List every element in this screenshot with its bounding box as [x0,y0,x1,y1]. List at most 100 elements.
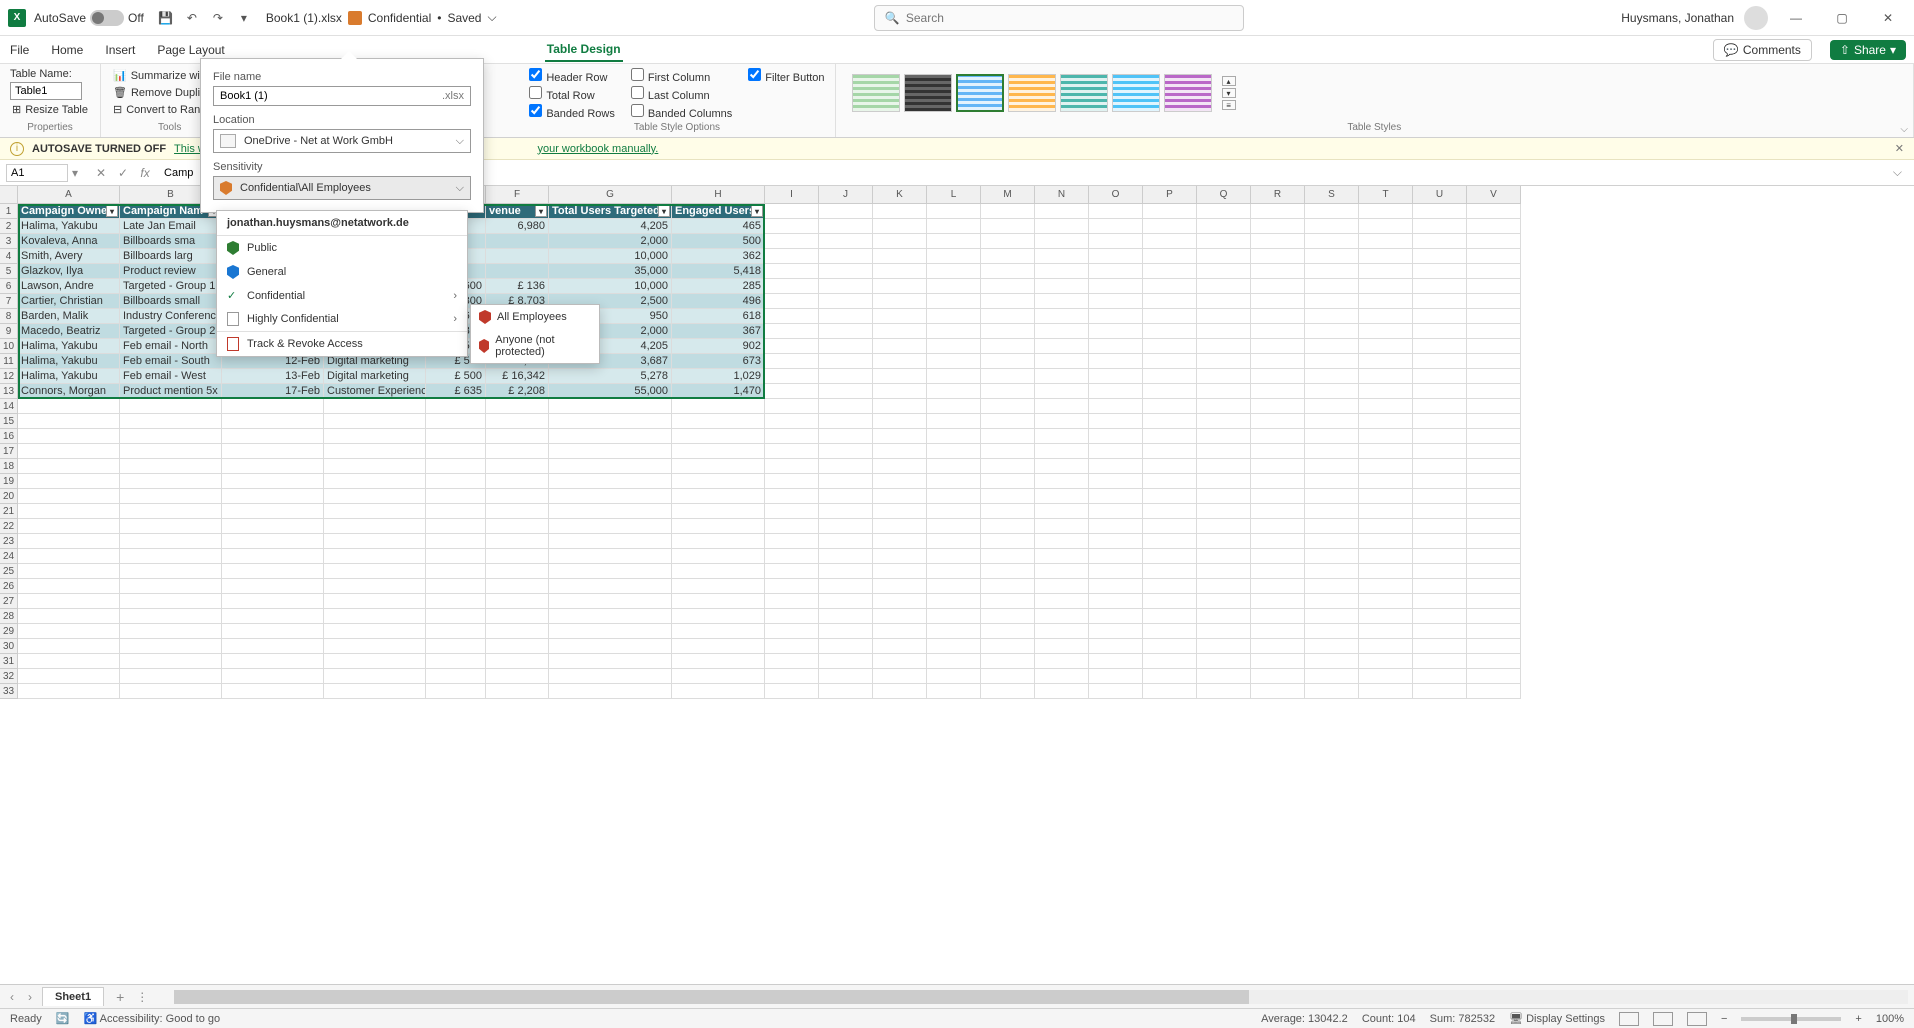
empty-cell[interactable] [819,339,873,354]
empty-cell[interactable] [1035,204,1089,219]
empty-cell[interactable] [873,414,927,429]
empty-cell[interactable] [222,609,324,624]
col-header-G[interactable]: G [549,186,672,204]
empty-cell[interactable] [222,489,324,504]
empty-cell[interactable] [927,459,981,474]
empty-cell[interactable] [819,384,873,399]
empty-cell[interactable] [120,594,222,609]
empty-cell[interactable] [486,459,549,474]
empty-cell[interactable] [672,669,765,684]
row-header-29[interactable]: 29 [0,624,18,639]
data-cell[interactable]: 4,205 [549,219,672,234]
empty-cell[interactable] [672,474,765,489]
accept-formula-icon[interactable]: ✓ [114,164,132,182]
empty-cell[interactable] [486,519,549,534]
data-cell[interactable]: 13-Feb [222,369,324,384]
empty-cell[interactable] [927,384,981,399]
empty-cell[interactable] [1359,474,1413,489]
empty-cell[interactable] [927,504,981,519]
last-column-checkbox[interactable]: Last Column [631,86,732,102]
empty-cell[interactable] [549,504,672,519]
empty-cell[interactable] [1035,369,1089,384]
empty-cell[interactable] [927,564,981,579]
empty-cell[interactable] [1467,594,1521,609]
empty-cell[interactable] [1467,354,1521,369]
empty-cell[interactable] [1035,639,1089,654]
data-cell[interactable]: Product mention 5x [120,384,222,399]
empty-cell[interactable] [981,339,1035,354]
empty-cell[interactable] [1089,264,1143,279]
empty-cell[interactable] [981,489,1035,504]
empty-cell[interactable] [873,309,927,324]
row-header-26[interactable]: 26 [0,579,18,594]
empty-cell[interactable] [1143,429,1197,444]
empty-cell[interactable] [426,564,486,579]
empty-cell[interactable] [1035,264,1089,279]
empty-cell[interactable] [765,474,819,489]
empty-cell[interactable] [426,579,486,594]
empty-cell[interactable] [18,444,120,459]
empty-cell[interactable] [1143,264,1197,279]
resize-table-button[interactable]: ⊞Resize Table [10,102,90,117]
empty-cell[interactable] [1251,534,1305,549]
empty-cell[interactable] [1467,294,1521,309]
empty-cell[interactable] [324,669,426,684]
data-cell[interactable]: Lawson, Andre [18,279,120,294]
data-cell[interactable]: Cartier, Christian [18,294,120,309]
empty-cell[interactable] [927,624,981,639]
empty-cell[interactable] [1413,534,1467,549]
empty-cell[interactable] [1305,339,1359,354]
cancel-formula-icon[interactable]: ✕ [92,164,110,182]
empty-cell[interactable] [120,444,222,459]
empty-cell[interactable] [1467,249,1521,264]
empty-cell[interactable] [120,429,222,444]
empty-cell[interactable] [18,669,120,684]
data-cell[interactable]: 35,000 [549,264,672,279]
empty-cell[interactable] [927,309,981,324]
empty-cell[interactable] [222,399,324,414]
data-cell[interactable]: 902 [672,339,765,354]
empty-cell[interactable] [486,639,549,654]
data-cell[interactable]: Product review [120,264,222,279]
sensitivity-opt-public[interactable]: Public [217,236,467,260]
empty-cell[interactable] [486,564,549,579]
empty-cell[interactable] [1089,474,1143,489]
data-cell[interactable]: 285 [672,279,765,294]
row-header-24[interactable]: 24 [0,549,18,564]
empty-cell[interactable] [1359,204,1413,219]
empty-cell[interactable] [18,519,120,534]
empty-cell[interactable] [1251,429,1305,444]
empty-cell[interactable] [120,399,222,414]
empty-cell[interactable] [1089,669,1143,684]
empty-cell[interactable] [1251,234,1305,249]
empty-cell[interactable] [18,684,120,699]
empty-cell[interactable] [819,294,873,309]
empty-cell[interactable] [981,219,1035,234]
empty-cell[interactable] [222,459,324,474]
empty-cell[interactable] [549,684,672,699]
empty-cell[interactable] [549,624,672,639]
empty-cell[interactable] [1251,249,1305,264]
empty-cell[interactable] [927,279,981,294]
empty-cell[interactable] [1089,294,1143,309]
data-cell[interactable] [486,264,549,279]
empty-cell[interactable] [927,519,981,534]
empty-cell[interactable] [549,654,672,669]
empty-cell[interactable] [1467,669,1521,684]
empty-cell[interactable] [873,324,927,339]
empty-cell[interactable] [1089,549,1143,564]
empty-cell[interactable] [549,414,672,429]
empty-cell[interactable] [765,279,819,294]
empty-cell[interactable] [1143,384,1197,399]
data-cell[interactable]: Halima, Yakubu [18,219,120,234]
empty-cell[interactable] [1359,399,1413,414]
share-button[interactable]: ⇧ Share ▾ [1830,40,1906,60]
empty-cell[interactable] [765,624,819,639]
empty-cell[interactable] [819,309,873,324]
row-header-32[interactable]: 32 [0,669,18,684]
empty-cell[interactable] [1251,309,1305,324]
data-cell[interactable]: £ 500 [426,369,486,384]
col-header-M[interactable]: M [981,186,1035,204]
first-column-checkbox[interactable]: First Column [631,68,732,84]
empty-cell[interactable] [1197,534,1251,549]
